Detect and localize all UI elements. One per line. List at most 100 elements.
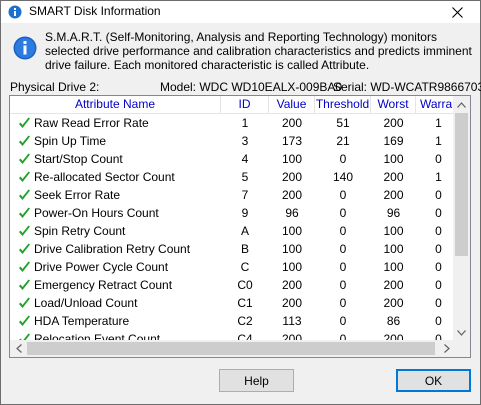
attribute-id: C1 [237, 296, 253, 310]
table-row[interactable]: Power-On Hours Count 9 96 0 96 0 [10, 204, 455, 222]
column-header-value[interactable]: Value [269, 96, 315, 114]
attribute-name: HDA Temperature [34, 314, 130, 328]
attribute-worst: 100 [383, 242, 404, 256]
attribute-list[interactable]: Attribute Name ID Value Threshold Worst … [9, 95, 471, 358]
attribute-name: Re-allocated Sector Count [34, 170, 175, 184]
attribute-threshold: 0 [339, 260, 347, 274]
attribute-id: C2 [237, 314, 253, 328]
close-icon [451, 6, 463, 18]
check-icon [19, 171, 30, 182]
attribute-threshold: 0 [339, 278, 347, 292]
column-header-warranty[interactable]: Warranty [416, 96, 455, 114]
attribute-value: 100 [281, 260, 303, 274]
attribute-id: B [240, 242, 249, 256]
attribute-threshold: 140 [332, 170, 354, 184]
attribute-threshold: 0 [339, 188, 347, 202]
horizontal-scrollbar[interactable] [10, 340, 455, 357]
attribute-name-cell: Start/Stop Count [10, 150, 221, 168]
attribute-warranty: 1 [435, 134, 442, 148]
scroll-left-button[interactable] [10, 340, 27, 357]
check-icon [19, 315, 30, 326]
check-icon [19, 297, 30, 308]
attribute-name: Start/Stop Count [34, 152, 123, 166]
attribute-name: Drive Calibration Retry Count [34, 242, 191, 256]
attribute-name-cell: Drive Power Cycle Count [10, 258, 221, 276]
attribute-value: 200 [281, 188, 303, 202]
attribute-name: Spin Retry Count [34, 224, 126, 238]
help-button[interactable]: Help [219, 369, 294, 392]
table-row[interactable]: Drive Power Cycle Count C 100 0 100 0 [10, 258, 455, 276]
table-row[interactable]: Emergency Retract Count C0 200 0 200 0 [10, 276, 455, 294]
table-row[interactable]: Drive Calibration Retry Count B 100 0 100 0 [10, 240, 455, 258]
info-panel: S.M.A.R.T. (Self-Monitoring, Analysis an… [1, 24, 480, 76]
info-description: S.M.A.R.T. (Self-Monitoring, Analysis an… [45, 30, 472, 72]
attribute-value: 200 [281, 278, 303, 292]
attribute-name-cell: Raw Read Error Rate [10, 114, 221, 132]
table-row[interactable]: Start/Stop Count 4 100 0 100 0 [10, 150, 455, 168]
scrollbar-corner [453, 340, 470, 357]
check-icon [19, 135, 30, 146]
table-row[interactable]: Spin Retry Count A 100 0 100 0 [10, 222, 455, 240]
attribute-worst: 100 [383, 224, 404, 238]
attribute-worst: 86 [386, 314, 401, 328]
attribute-value: 200 [281, 170, 303, 184]
horizontal-scroll-thumb[interactable] [27, 342, 435, 355]
vertical-scroll-thumb[interactable] [455, 113, 468, 256]
attribute-id: 3 [241, 134, 249, 148]
check-icon [19, 207, 30, 218]
attribute-value: 200 [281, 116, 303, 130]
attribute-threshold: 0 [339, 224, 347, 238]
attribute-name-cell: Seek Error Rate [10, 186, 221, 204]
attribute-worst: 200 [383, 278, 404, 292]
attribute-worst: 200 [383, 296, 404, 310]
attribute-value: 100 [281, 152, 303, 166]
smart-dialog: SMART Disk Information S.M.A.R.T. (Self-… [0, 0, 481, 405]
attribute-name: Load/Unload Count [34, 296, 138, 310]
chevron-left-icon [15, 344, 22, 353]
attribute-name-cell: Emergency Retract Count [10, 276, 221, 294]
check-icon [19, 261, 30, 272]
attribute-name: Raw Read Error Rate [34, 116, 149, 130]
attribute-name: Power-On Hours Count [34, 206, 159, 220]
ok-button[interactable]: OK [396, 369, 471, 392]
check-icon [19, 243, 30, 254]
attribute-name: Spin Up Time [34, 134, 107, 148]
table-row[interactable]: HDA Temperature C2 113 0 86 0 [10, 312, 455, 330]
attribute-name-cell: Spin Retry Count [10, 222, 221, 240]
close-button[interactable] [434, 1, 480, 23]
column-header-threshold[interactable]: Threshold [315, 96, 371, 114]
attribute-warranty: 0 [435, 314, 442, 328]
table-row[interactable]: Seek Error Rate 7 200 0 200 0 [10, 186, 455, 204]
window-title: SMART Disk Information [29, 4, 161, 18]
scroll-up-button[interactable] [453, 96, 470, 113]
attribute-warranty: 1 [435, 116, 442, 130]
info-icon [13, 36, 37, 60]
attribute-worst: 169 [383, 134, 404, 148]
attribute-warranty: 0 [435, 206, 442, 220]
attribute-name-cell: Spin Up Time [10, 132, 221, 150]
scroll-down-button[interactable] [453, 324, 470, 341]
attribute-warranty: 0 [435, 188, 442, 202]
table-row[interactable]: Re-allocated Sector Count 5 200 140 200 1 [10, 168, 455, 186]
disk-info-icon [8, 5, 22, 19]
attribute-worst: 200 [383, 116, 404, 130]
table-row[interactable]: Raw Read Error Rate 1 200 51 200 1 [10, 114, 455, 132]
attribute-worst: 96 [386, 206, 401, 220]
column-header-attribute-name[interactable]: Attribute Name [10, 96, 221, 114]
attribute-worst: 100 [383, 152, 404, 166]
attribute-warranty: 1 [435, 170, 442, 184]
vertical-scrollbar[interactable] [453, 96, 470, 341]
attribute-worst: 200 [383, 188, 404, 202]
column-header-id[interactable]: ID [221, 96, 269, 114]
attribute-warranty: 0 [435, 278, 442, 292]
attribute-worst: 100 [383, 260, 404, 274]
attribute-value: 100 [281, 224, 303, 238]
attribute-name-cell: Drive Calibration Retry Count [10, 240, 221, 258]
column-header-worst[interactable]: Worst [371, 96, 416, 114]
attribute-value: 173 [281, 134, 303, 148]
check-icon [19, 153, 30, 164]
table-row[interactable]: Load/Unload Count C1 200 0 200 0 [10, 294, 455, 312]
table-row[interactable]: Spin Up Time 3 173 21 169 1 [10, 132, 455, 150]
attribute-warranty: 0 [435, 224, 442, 238]
attribute-warranty: 0 [435, 242, 442, 256]
